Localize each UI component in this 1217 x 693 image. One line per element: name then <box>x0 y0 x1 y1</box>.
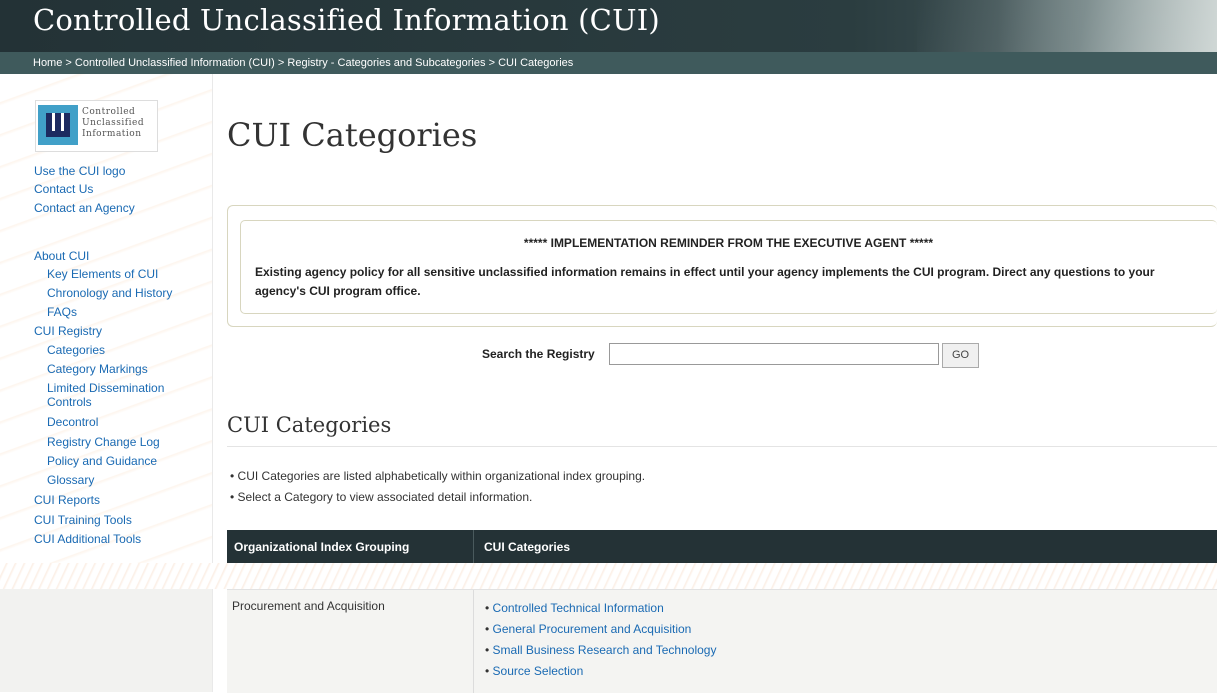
category-link-controlled-technical[interactable]: Controlled Technical Information <box>493 601 664 615</box>
sidebar-link-contact-agency[interactable]: Contact an Agency <box>34 201 135 215</box>
sidebar-item-additional-tools[interactable]: CUI Additional Tools <box>34 532 141 546</box>
sidebar-item-key-elements[interactable]: Key Elements of CUI <box>47 267 158 281</box>
sidebar-link-use-logo[interactable]: Use the CUI logo <box>34 164 125 178</box>
search-go-button[interactable]: GO <box>942 343 979 368</box>
breadcrumb-separator: > <box>277 57 285 69</box>
breadcrumb-current: CUI Categories <box>498 57 574 69</box>
instructions-list: CUI Categories are listed alphabetically… <box>230 466 646 508</box>
category-link-small-business[interactable]: Small Business Research and Technology <box>493 643 717 657</box>
sidebar-item-cui-registry[interactable]: CUI Registry <box>34 324 102 338</box>
sidebar-divider <box>212 74 213 692</box>
sidebar-item-limited-dissemination[interactable]: Limited Dissemination Controls <box>47 381 187 409</box>
sidebar-item-faqs[interactable]: FAQs <box>47 305 77 319</box>
row-group-name: Procurement and Acquisition <box>232 599 385 613</box>
row-sidebar-band <box>0 589 212 692</box>
sidebar-item-about-cui[interactable]: About CUI <box>34 249 89 263</box>
breadcrumb-separator: > <box>488 57 495 69</box>
site-title: Controlled Unclassified Information (CUI… <box>33 3 660 37</box>
sidebar-item-categories[interactable]: Categories <box>47 343 105 357</box>
column-header-grouping: Organizational Index Grouping <box>234 540 410 554</box>
sidebar-item-category-markings[interactable]: Category Markings <box>47 362 148 376</box>
search-input[interactable] <box>609 343 939 365</box>
section-divider <box>227 446 1217 447</box>
list-item: Select a Category to view associated det… <box>230 487 645 508</box>
row-category-list: Controlled Technical Information General… <box>485 598 717 682</box>
notice-heading: ***** IMPLEMENTATION REMINDER FROM THE E… <box>523 236 934 250</box>
breadcrumb-separator: > <box>65 57 72 69</box>
breadcrumb-cui[interactable]: Controlled Unclassified Information (CUI… <box>75 57 275 69</box>
sidebar-item-change-log[interactable]: Registry Change Log <box>47 435 160 449</box>
sidebar-item-cui-reports[interactable]: CUI Reports <box>34 493 100 507</box>
sidebar-item-policy-guidance[interactable]: Policy and Guidance <box>47 454 157 468</box>
notice-body: Existing agency policy for all sensitive… <box>255 265 1155 298</box>
breadcrumb-registry[interactable]: Registry - Categories and Subcategories <box>287 57 485 69</box>
page-title: CUI Categories <box>227 116 478 154</box>
category-link-general-procurement[interactable]: General Procurement and Acquisition <box>493 622 692 636</box>
sidebar-item-training-tools[interactable]: CUI Training Tools <box>34 513 132 527</box>
cui-logo[interactable]: Controlled Unclassified Information <box>35 100 158 152</box>
header-photo <box>917 0 1217 52</box>
breadcrumb: Home > Controlled Unclassified Informati… <box>0 52 1217 74</box>
table-header: Organizational Index Grouping CUI Catego… <box>227 530 1217 563</box>
breadcrumb-home[interactable]: Home <box>33 57 62 69</box>
table-row: Procurement and Acquisition Controlled T… <box>227 589 1217 693</box>
sidebar-item-decontrol[interactable]: Decontrol <box>47 415 98 429</box>
sidebar-item-chronology[interactable]: Chronology and History <box>47 286 172 300</box>
site-header: Controlled Unclassified Information (CUI… <box>0 0 1217 52</box>
cui-logo-icon <box>38 105 78 145</box>
sidebar-item-glossary[interactable]: Glossary <box>47 473 94 487</box>
sidebar-link-contact-us[interactable]: Contact Us <box>34 182 93 196</box>
search-label: Search the Registry <box>482 347 595 361</box>
category-link-source-selection[interactable]: Source Selection <box>493 664 584 678</box>
list-item: CUI Categories are listed alphabetically… <box>230 466 646 487</box>
section-title: CUI Categories <box>227 413 392 437</box>
decorative-stripes <box>0 563 1217 589</box>
cui-logo-wordmark: Controlled Unclassified Information <box>82 107 145 139</box>
column-header-categories: CUI Categories <box>484 540 571 554</box>
